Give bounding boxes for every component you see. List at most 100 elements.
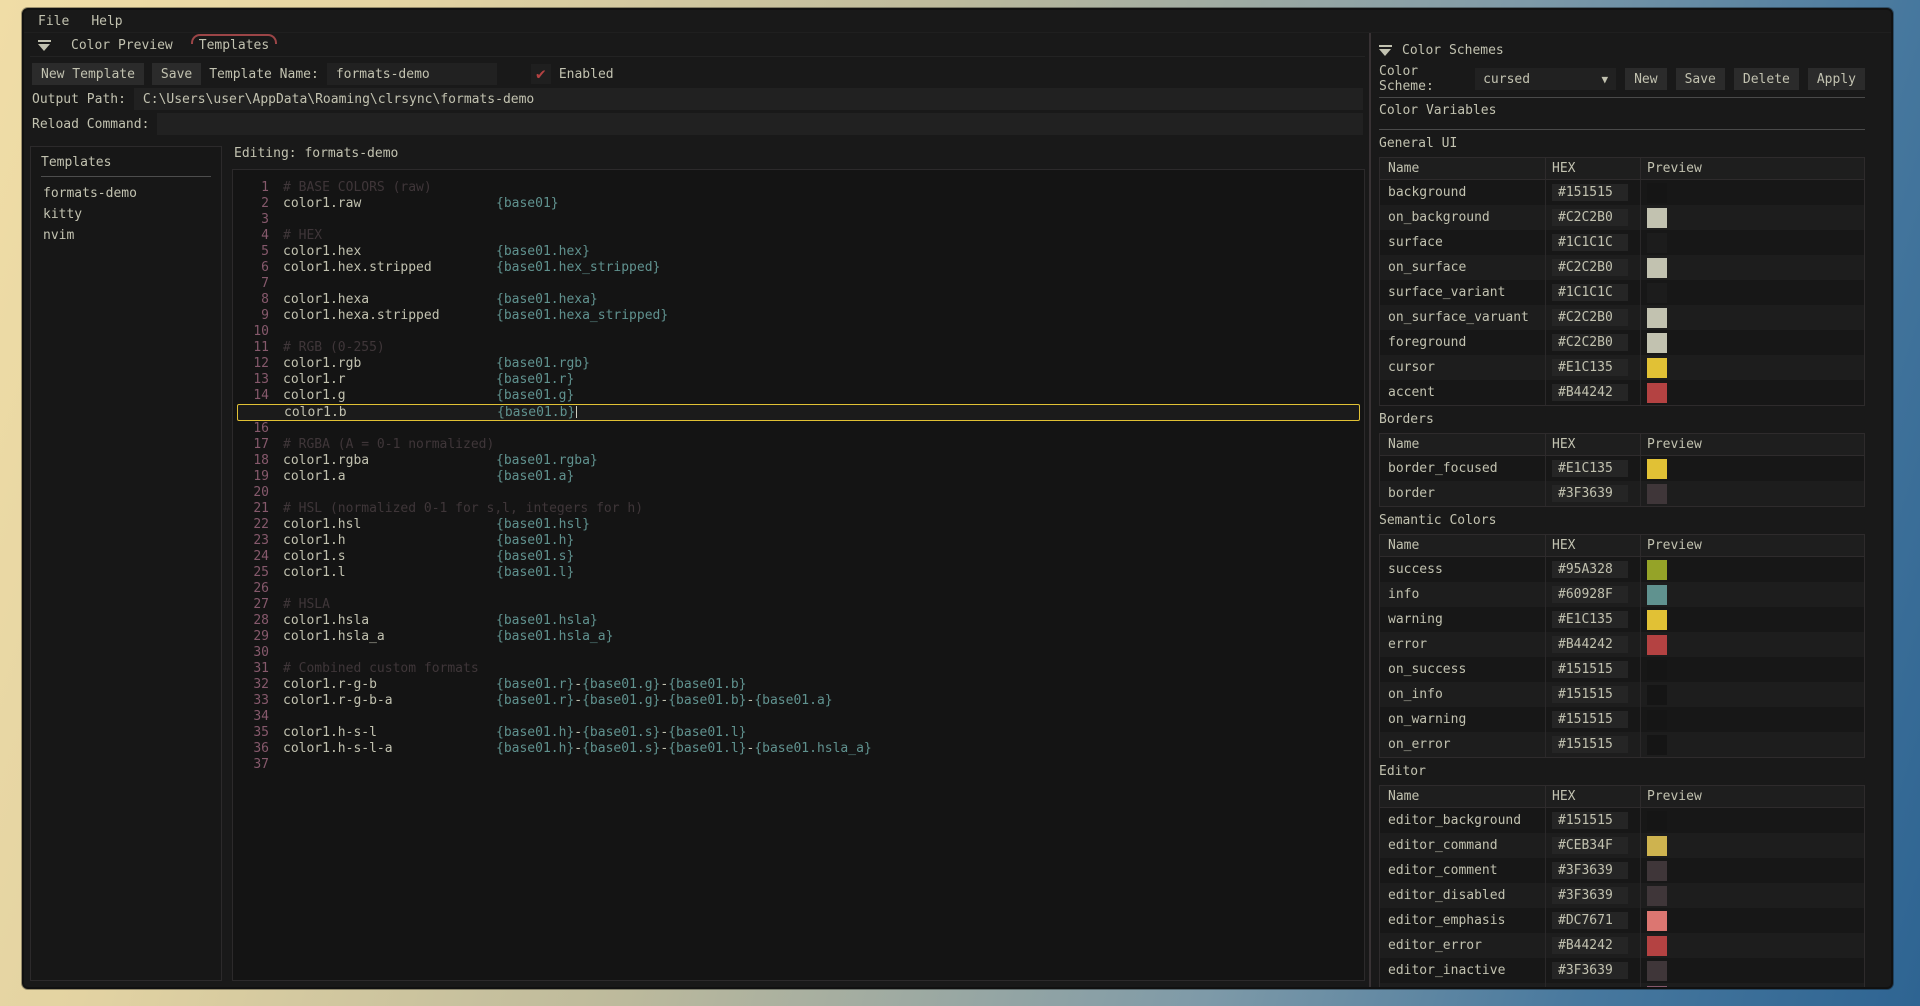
code-line[interactable]: 37 [237,757,1360,773]
hex-value-input[interactable]: #151515 [1552,686,1628,703]
hex-value-input[interactable]: #B44242 [1552,937,1628,954]
color-swatch[interactable] [1647,383,1667,403]
code-line[interactable]: 11# RGB (0-255) [237,340,1360,356]
code-editor-area[interactable]: 1# BASE COLORS (raw)2color1.raw{base01}3… [232,169,1365,981]
reload-command-input[interactable] [157,113,1363,135]
code-line[interactable]: 12color1.rgb{base01.rgb} [237,356,1360,372]
code-line[interactable]: 25color1.l{base01.l} [237,565,1360,581]
code-line[interactable]: 33color1.r-g-b-a{base01.r}-{base01.g}-{b… [237,693,1360,709]
output-path-input[interactable]: C:\Users\user\AppData\Roaming\clrsync\fo… [134,88,1363,110]
new-template-button[interactable]: New Template [32,63,144,85]
code-line[interactable]: 4# HEX [237,228,1360,244]
color-swatch[interactable] [1647,836,1667,856]
code-line[interactable]: 19color1.a{base01.a} [237,469,1360,485]
scheme-save-button[interactable]: Save [1676,68,1725,90]
code-line[interactable]: 14color1.g{base01.g} [237,388,1360,404]
hex-value-input[interactable]: #3F3639 [1552,485,1628,502]
hex-value-input[interactable]: #E1C135 [1552,611,1628,628]
color-swatch[interactable] [1647,610,1667,630]
hex-value-input[interactable]: #B44242 [1552,636,1628,653]
color-scheme-dropdown[interactable]: cursed ▼ [1475,68,1616,90]
scheme-delete-button[interactable]: Delete [1734,68,1799,90]
code-line[interactable]: 6color1.hex.stripped{base01.hex_stripped… [237,260,1360,276]
color-swatch[interactable] [1647,936,1667,956]
color-swatch[interactable] [1647,258,1667,278]
color-swatch[interactable] [1647,585,1667,605]
color-swatch[interactable] [1647,961,1667,981]
color-swatch[interactable] [1647,560,1667,580]
enabled-checkbox[interactable]: ✔ [531,64,551,84]
hex-value-input[interactable]: #CEB34F [1552,837,1628,854]
hex-value-input[interactable]: #151515 [1552,736,1628,753]
color-swatch[interactable] [1647,811,1667,831]
hex-value-input[interactable]: #151515 [1552,812,1628,829]
color-swatch[interactable] [1647,484,1667,504]
color-swatch[interactable] [1647,710,1667,730]
code-line[interactable]: 35color1.h-s-l{base01.h}-{base01.s}-{bas… [237,725,1360,741]
color-swatch[interactable] [1647,333,1667,353]
code-line[interactable]: 34 [237,709,1360,725]
hex-value-input[interactable]: #E1C135 [1552,460,1628,477]
code-line[interactable]: 29color1.hsla_a{base01.hsla_a} [237,629,1360,645]
code-line[interactable]: 26 [237,581,1360,597]
hex-value-input[interactable]: #151515 [1552,711,1628,728]
code-line[interactable]: 24color1.s{base01.s} [237,549,1360,565]
color-swatch[interactable] [1647,183,1667,203]
code-line[interactable]: 13color1.r{base01.r} [237,372,1360,388]
color-swatch[interactable] [1647,685,1667,705]
code-line[interactable]: 32color1.r-g-b{base01.r}-{base01.g}-{bas… [237,677,1360,693]
active-code-line[interactable]: color1.b{base01.b} [237,404,1360,421]
code-line[interactable]: 18color1.rgba{base01.rgba} [237,453,1360,469]
code-line[interactable]: 30 [237,645,1360,661]
code-line[interactable]: 7 [237,276,1360,292]
code-line[interactable]: 16 [237,421,1360,437]
color-swatch[interactable] [1647,459,1667,479]
color-swatch[interactable] [1647,308,1667,328]
code-line[interactable]: 2color1.raw{base01} [237,196,1360,212]
template-list-item[interactable]: nvim [41,225,211,246]
hex-value-input[interactable]: #C2C2B0 [1552,309,1628,326]
code-line[interactable]: 1# BASE COLORS (raw) [237,180,1360,196]
code-line[interactable]: 10 [237,324,1360,340]
code-line[interactable]: 36color1.h-s-l-a{base01.h}-{base01.s}-{b… [237,741,1360,757]
code-line[interactable]: 23color1.h{base01.h} [237,533,1360,549]
code-line[interactable]: 17# RGBA (A = 0-1 normalized) [237,437,1360,453]
color-swatch[interactable] [1647,735,1667,755]
save-template-button[interactable]: Save [152,63,201,85]
code-line[interactable]: 3 [237,212,1360,228]
hex-value-input[interactable]: #B44242 [1552,384,1628,401]
collapse-arrow-icon[interactable] [38,40,51,51]
color-swatch[interactable] [1647,283,1667,303]
hex-value-input[interactable]: #DC7671 [1552,912,1628,929]
hex-value-input[interactable]: #3F3639 [1552,962,1628,979]
hex-value-input[interactable]: #95A328 [1552,561,1628,578]
color-swatch[interactable] [1647,911,1667,931]
code-line[interactable]: 20 [237,485,1360,501]
color-swatch[interactable] [1647,358,1667,378]
tab-color-preview[interactable]: Color Preview [65,36,179,56]
menu-help[interactable]: Help [91,14,122,29]
hex-value-input[interactable]: #C2C2B0 [1552,259,1628,276]
code-line[interactable]: 28color1.hsla{base01.hsla} [237,613,1360,629]
code-line[interactable]: 21# HSL (normalized 0-1 for s,l, integer… [237,501,1360,517]
code-line[interactable]: 8color1.hexa{base01.hexa} [237,292,1360,308]
code-line[interactable]: 5color1.hex{base01.hex} [237,244,1360,260]
color-swatch[interactable] [1647,635,1667,655]
color-swatch[interactable] [1647,233,1667,253]
code-line[interactable]: 9color1.hexa.stripped{base01.hexa_stripp… [237,308,1360,324]
color-swatch[interactable] [1647,861,1667,881]
hex-value-input[interactable]: #3F3639 [1552,887,1628,904]
hex-value-input[interactable]: #1C1C1C [1552,284,1628,301]
color-swatch[interactable] [1647,660,1667,680]
menu-file[interactable]: File [38,14,69,29]
hex-value-input[interactable]: #151515 [1552,184,1628,201]
hex-value-input[interactable]: #E1C135 [1552,359,1628,376]
hex-value-input[interactable]: #1C1C1C [1552,234,1628,251]
color-swatch[interactable] [1647,208,1667,228]
template-list-item[interactable]: kitty [41,204,211,225]
template-list-item[interactable]: formats-demo [41,183,211,204]
hex-value-input[interactable]: #151515 [1552,661,1628,678]
hex-value-input[interactable]: #C2C2B0 [1552,334,1628,351]
code-line[interactable]: 31# Combined custom formats [237,661,1360,677]
color-swatch[interactable] [1647,886,1667,906]
